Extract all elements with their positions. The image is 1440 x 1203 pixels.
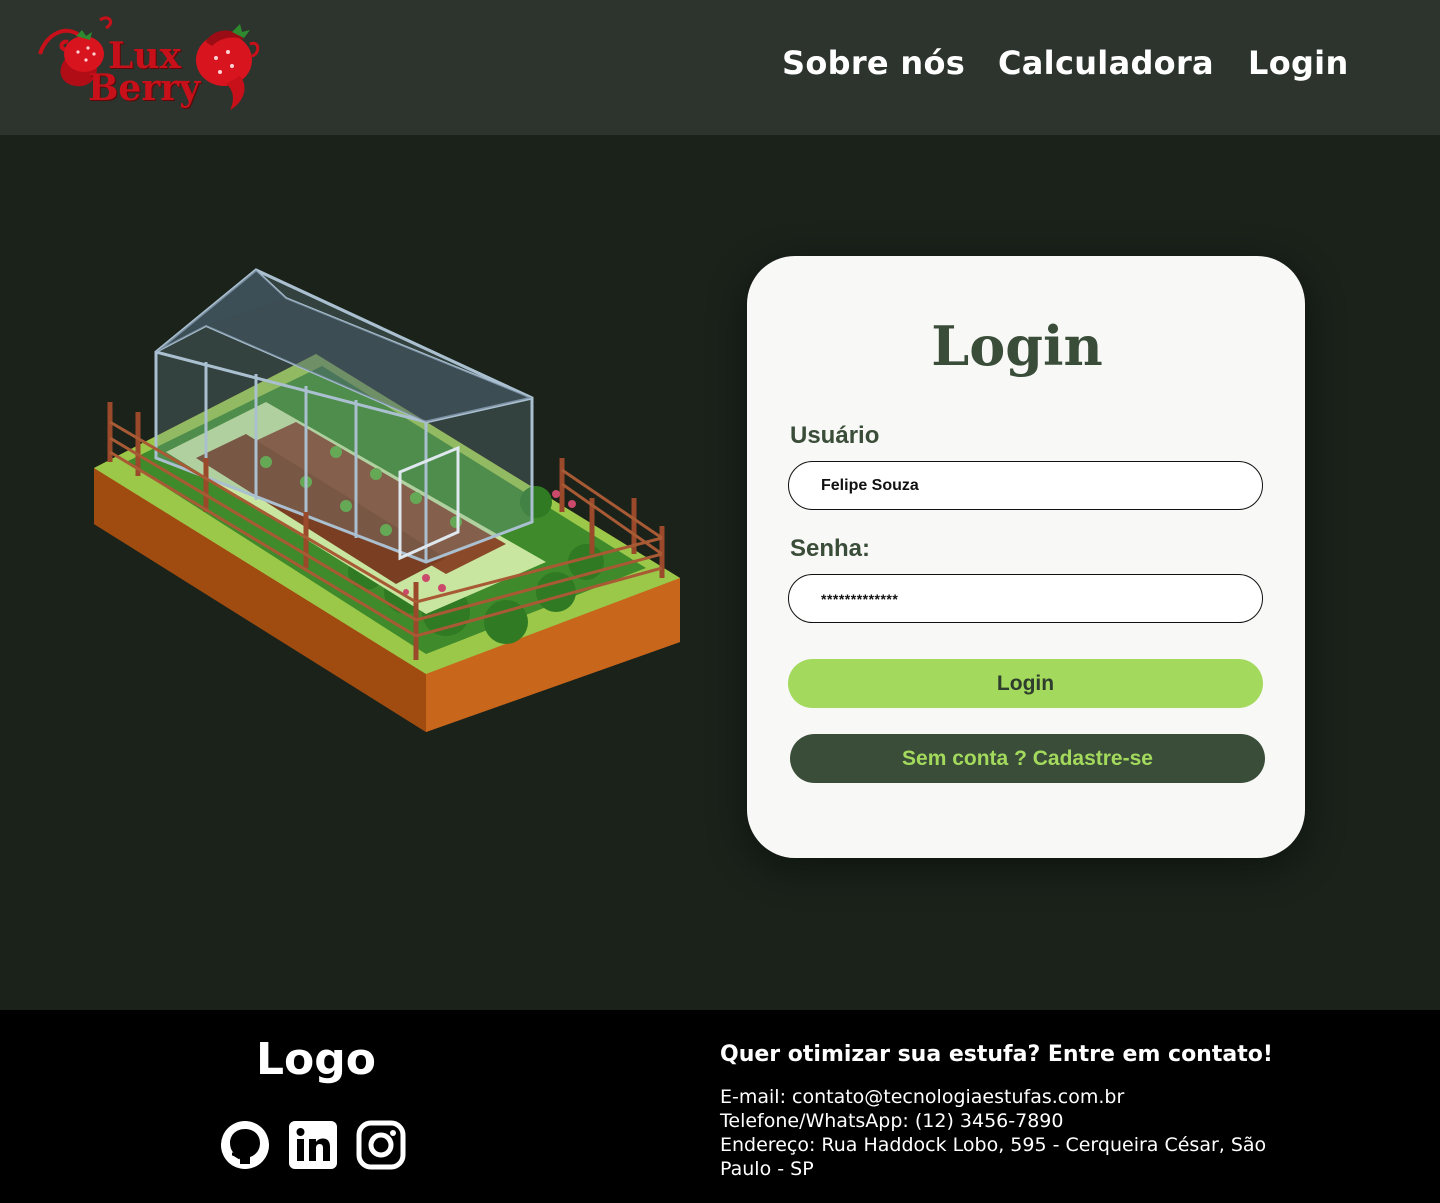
greenhouse-illustration xyxy=(86,262,686,738)
login-card: Login Usuário Senha: Login Sem conta ? C… xyxy=(747,256,1305,858)
username-label: Usuário xyxy=(790,422,880,449)
contact-phone: Telefone/WhatsApp: (12) 3456-7890 xyxy=(720,1110,1064,1132)
logo-text-berry: Berry xyxy=(88,67,201,109)
instagram-icon[interactable] xyxy=(356,1120,406,1170)
nav-link-about[interactable]: Sobre nós xyxy=(782,44,965,82)
site-footer: Logo Quer otimizar sua estufa? Entre em … xyxy=(0,1010,1440,1203)
login-button[interactable]: Login xyxy=(788,659,1263,708)
password-label: Senha: xyxy=(790,535,871,562)
contact-address: Endereço: Rua Haddock Lobo, 595 - Cerque… xyxy=(720,1134,1267,1180)
login-title: Login xyxy=(931,314,1103,378)
nav-link-calculator[interactable]: Calculadora xyxy=(998,44,1214,82)
contact-title: Quer otimizar sua estufa? Entre em conta… xyxy=(720,1042,1273,1067)
nav-link-login[interactable]: Login xyxy=(1248,44,1349,82)
github-icon[interactable] xyxy=(220,1120,270,1170)
linkedin-icon[interactable] xyxy=(288,1120,338,1170)
lux-berry-logo[interactable]: Lux Berry xyxy=(36,14,262,118)
footer-logo: Logo xyxy=(256,1034,376,1085)
signup-button[interactable]: Sem conta ? Cadastre-se xyxy=(790,734,1265,783)
contact-email: E-mail: contato@tecnologiaestufas.com.br xyxy=(720,1086,1125,1108)
username-input[interactable] xyxy=(788,461,1263,510)
site-header: Lux Berry Sobre nós Calculadora Login xyxy=(0,0,1440,135)
password-input[interactable] xyxy=(788,574,1263,623)
